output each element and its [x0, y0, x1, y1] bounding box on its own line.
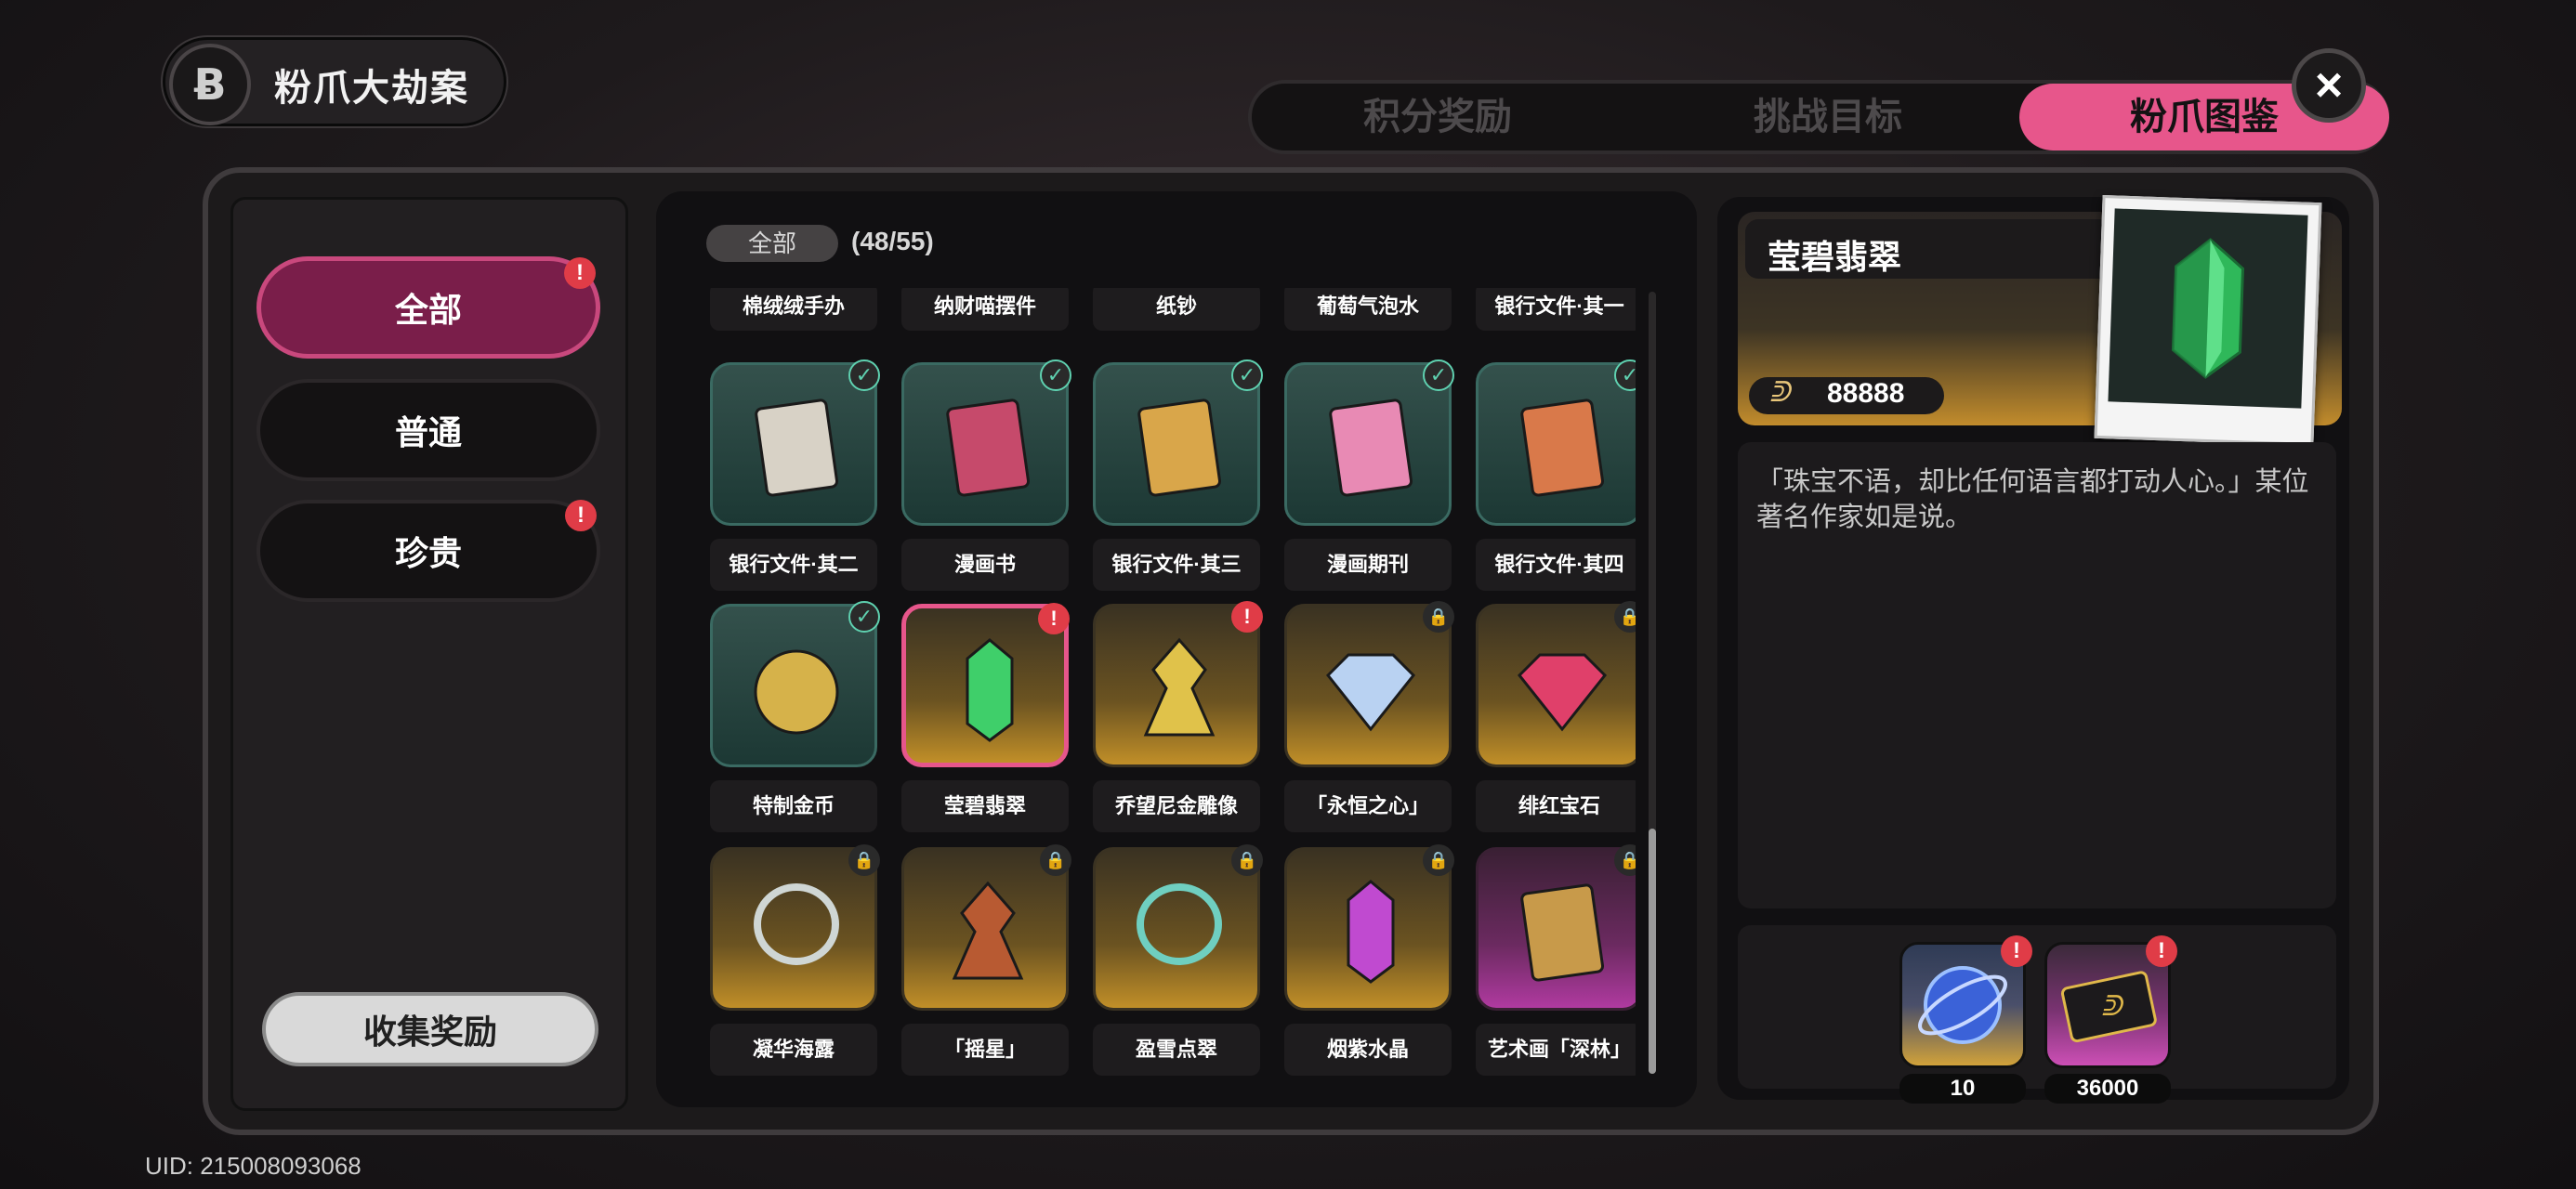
reward-box	[1738, 925, 2336, 1089]
alert-badge-icon: !	[564, 257, 596, 289]
grid-item-label: 银行文件·其四	[1476, 539, 1636, 591]
detail-price: 88888	[1827, 378, 1905, 409]
grid-item-label: 「永恒之心」	[1284, 780, 1452, 832]
grid-item-label: 银行文件·其二	[710, 539, 877, 591]
grid-item-label: 「摇星」	[901, 1024, 1069, 1076]
instrument-icon	[952, 881, 1024, 980]
grid-item-label: 莹碧翡翠	[901, 780, 1069, 832]
grid-item-tile[interactable]: !	[901, 603, 1070, 767]
svg-text:ᕲ: ᕲ	[2101, 990, 2124, 1023]
tab-challenge-goals[interactable]: 挑战目标	[1642, 84, 2014, 150]
grid-item-label: 绯红宝石	[1476, 780, 1636, 832]
category-label: 全部	[394, 291, 462, 329]
grid-item-tile[interactable]: ✓	[710, 601, 880, 767]
pearl-necklace-icon	[754, 883, 839, 965]
grid-item-label: 葡萄气泡水	[1284, 288, 1452, 331]
alert-badge-icon: !	[2001, 935, 2032, 967]
reward-dennies[interactable]: ᕲ !	[2044, 935, 2177, 1068]
alert-badge-icon: !	[565, 500, 597, 531]
emerald-icon	[2171, 238, 2245, 379]
collection-grid: 棉绒绒手办 纳财喵摆件 纸钞 葡萄气泡水 银行文件·其一 ✓ 银行文件·其二 ✓ 漫画书 ✓ 银行文…	[706, 288, 1636, 1078]
grid-item-tile[interactable]: 🔒	[901, 844, 1071, 1011]
lock-icon: 🔒	[848, 844, 880, 876]
lock-icon: 🔒	[1614, 844, 1636, 876]
comic-book-icon	[946, 399, 1031, 497]
category-label: 普通	[394, 413, 462, 451]
grid-item-label: 纸钞	[1093, 288, 1260, 331]
grid-item-tile[interactable]: 🔒	[1093, 844, 1263, 1011]
grid-item-label: 棉绒绒手办	[710, 288, 877, 331]
amethyst-icon	[1347, 880, 1395, 984]
grid-item-label: 艺术画「深林」	[1476, 1024, 1636, 1076]
grid-item-label: 漫画期刊	[1284, 539, 1452, 591]
close-icon[interactable]: ×	[2292, 48, 2366, 123]
collect-rewards-button[interactable]: 收集奖励	[262, 992, 598, 1066]
filter-dropdown[interactable]: 全部	[706, 225, 838, 262]
jade-necklace-icon	[1137, 883, 1222, 965]
top-tabs: 积分奖励 挑战目标 粉爪图鉴	[1248, 80, 2389, 154]
painting-icon	[1520, 883, 1605, 982]
detail-item-name: 莹碧翡翠	[1768, 238, 1902, 276]
gold-statue-icon	[1143, 637, 1216, 737]
tab-points-rewards[interactable]: 积分奖励	[1252, 84, 1623, 150]
diamond-icon	[1325, 653, 1416, 732]
lock-icon: 🔒	[1231, 844, 1263, 876]
grid-item-tile[interactable]: ✓	[1093, 359, 1263, 526]
alert-badge-icon: !	[2146, 935, 2177, 967]
lock-icon: 🔒	[1423, 601, 1454, 633]
lock-icon: 🔒	[1040, 844, 1071, 876]
grid-item-tile[interactable]: 🔒	[710, 844, 880, 1011]
grid-item-label: 特制金币	[710, 780, 877, 832]
grid-item-tile[interactable]: ✓	[1284, 359, 1454, 526]
alert-badge-icon: !	[1231, 601, 1263, 633]
check-icon: ✓	[848, 601, 880, 633]
grid-item-tile[interactable]: ✓	[710, 359, 880, 526]
documents-icon	[755, 399, 839, 497]
ruby-icon	[1517, 653, 1608, 732]
event-title: 粉爪大劫案	[274, 68, 469, 109]
lock-icon: 🔒	[1423, 844, 1454, 876]
check-icon: ✓	[1040, 359, 1071, 391]
grid-item-label: 纳财喵摆件	[901, 288, 1069, 331]
lock-icon: 🔒	[1614, 601, 1636, 633]
grid-item-tile[interactable]: 🔒	[1476, 844, 1636, 1011]
grid-item-label: 银行文件·其一	[1476, 288, 1636, 331]
collection-count: (48/55)	[851, 227, 934, 255]
magazine-icon	[1329, 399, 1413, 497]
orange-folder-icon	[1520, 399, 1605, 497]
category-label: 珍贵	[394, 534, 462, 572]
grid-item-tile[interactable]: !	[1093, 601, 1263, 767]
grid-item-label: 盈雪点翠	[1093, 1024, 1260, 1076]
alert-badge-icon: !	[1038, 603, 1070, 634]
category-normal-button[interactable]: 普通	[256, 379, 600, 481]
grid-item-tile[interactable]: 🔒	[1284, 844, 1454, 1011]
gold-coin-icon	[754, 649, 839, 735]
reward-count: 10	[1899, 1074, 2026, 1104]
item-description: 「珠宝不语，却比任何语言都打动人心。」某位著名作家如是说。	[1756, 467, 2309, 532]
emerald-icon	[966, 638, 1014, 742]
grid-item-tile[interactable]: 🔒	[1476, 601, 1636, 767]
reward-count: 36000	[2044, 1074, 2171, 1104]
grid-item-tile[interactable]: ✓	[901, 359, 1071, 526]
check-icon: ✓	[1423, 359, 1454, 391]
grid-item-label: 烟紫水晶	[1284, 1024, 1452, 1076]
event-logo-icon: Ƀ	[169, 44, 251, 125]
grid-item-label: 漫画书	[901, 539, 1069, 591]
check-icon: ✓	[1614, 359, 1636, 391]
grid-item-label: 凝华海露	[710, 1024, 877, 1076]
item-photo	[2108, 208, 2308, 409]
grid-item-label: 乔望尼金雕像	[1093, 780, 1260, 832]
category-rare-button[interactable]: 珍贵 !	[256, 500, 600, 602]
grid-item-tile[interactable]: ✓	[1476, 359, 1636, 526]
category-all-button[interactable]: 全部 !	[256, 256, 600, 359]
folder-icon	[1137, 399, 1222, 497]
user-id: UID: 215008093068	[145, 1152, 361, 1180]
reward-polychrome[interactable]: !	[1899, 935, 2032, 1068]
grid-scrollbar-thumb[interactable]	[1649, 829, 1656, 1074]
check-icon: ✓	[1231, 359, 1263, 391]
grid-item-tile[interactable]: 🔒	[1284, 601, 1454, 767]
check-icon: ✓	[848, 359, 880, 391]
dennies-currency-icon: ᕲ	[1769, 377, 1791, 408]
grid-item-label: 银行文件·其三	[1093, 539, 1260, 591]
